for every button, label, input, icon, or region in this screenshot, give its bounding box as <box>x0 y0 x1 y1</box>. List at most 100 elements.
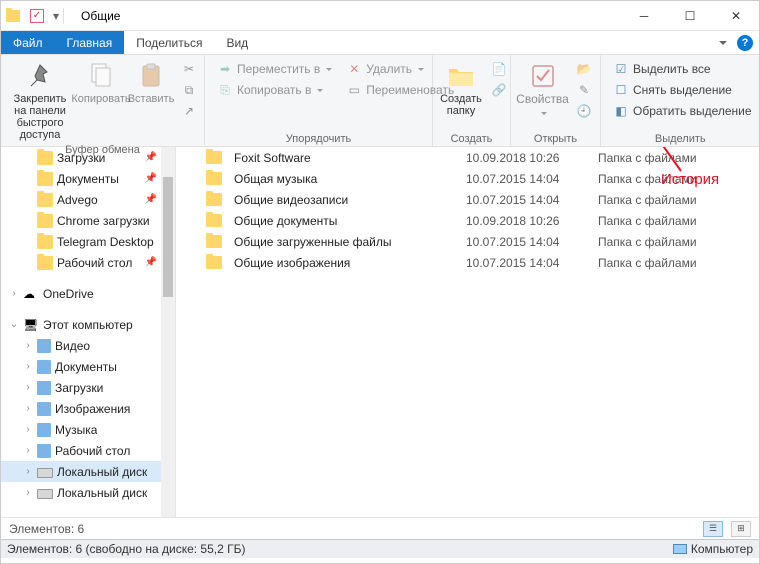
help-icon[interactable]: ? <box>737 35 753 51</box>
paste-button[interactable]: Вставить <box>127 57 175 107</box>
edit-icon: ✎ <box>576 82 592 98</box>
ribbon-tabs: Файл Главная Поделиться Вид ? <box>1 31 759 55</box>
lib-icon <box>37 402 51 416</box>
file-type: Папка с файлами <box>598 172 697 186</box>
delete-button[interactable]: ✕Удалить <box>342 59 458 79</box>
tree-node[interactable]: Advego📌 <box>1 189 161 210</box>
file-name: Общая музыка <box>234 172 454 186</box>
file-type: Папка с файлами <box>598 235 697 249</box>
copy-button[interactable]: Копировать <box>77 57 125 107</box>
select-all-button[interactable]: ☑Выделить все <box>609 59 756 79</box>
group-open-label: Открыть <box>515 132 596 146</box>
file-date: 10.07.2015 14:04 <box>466 193 586 207</box>
folder-icon <box>37 151 53 165</box>
file-row[interactable]: Общие загруженные файлы10.07.2015 14:04П… <box>176 231 759 252</box>
tree-node[interactable]: Рабочий стол📌 <box>1 252 161 273</box>
new-item-button[interactable]: 📄 <box>487 59 511 79</box>
qat-checkbox-icon[interactable]: ✓ <box>25 9 49 23</box>
file-date: 10.07.2015 14:04 <box>466 172 586 186</box>
file-row[interactable]: Общие видеозаписи10.07.2015 14:04Папка с… <box>176 189 759 210</box>
tree-node[interactable]: ›Видео <box>1 335 161 356</box>
edit-button[interactable]: ✎ <box>572 80 596 100</box>
easy-access-button[interactable]: 🔗 <box>487 80 511 100</box>
tree-scrollbar[interactable] <box>161 147 175 517</box>
paste-shortcut-button[interactable]: ↗ <box>177 101 201 121</box>
footer-bar: Элементов: 6 (свободно на диске: 55,2 ГБ… <box>1 539 759 558</box>
file-name: Общие изображения <box>234 256 454 270</box>
invert-selection-button[interactable]: ◧Обратить выделение <box>609 101 756 121</box>
navigation-tree[interactable]: Загрузки📌Документы📌Advego📌Chrome загрузк… <box>1 147 176 517</box>
copyto-icon: ⎘ <box>217 82 233 98</box>
invert-icon: ◧ <box>613 103 629 119</box>
properties-icon <box>527 59 559 91</box>
tree-node[interactable]: ›Локальный диск <box>1 461 161 482</box>
tree-node[interactable]: ⌄🖥Этот компьютер <box>1 314 161 335</box>
rename-button[interactable]: ▭Переименовать <box>342 80 458 100</box>
history-button[interactable]: 🕘 <box>572 101 596 121</box>
file-type: Папка с файлами <box>598 151 697 165</box>
file-name: Общие документы <box>234 214 454 228</box>
easy-access-icon: 🔗 <box>491 82 507 98</box>
separator <box>63 8 73 24</box>
properties-button[interactable]: Свойства <box>515 57 570 120</box>
folder-icon <box>206 151 222 164</box>
lib-icon <box>37 381 51 395</box>
tab-share[interactable]: Поделиться <box>124 31 214 54</box>
folder-icon <box>206 172 222 185</box>
tree-node[interactable]: ›Изображения <box>1 398 161 419</box>
scissors-icon: ✂ <box>181 61 197 77</box>
paste-icon <box>135 59 167 91</box>
file-row[interactable]: Foxit Software10.09.2018 10:26Папка с фа… <box>176 147 759 168</box>
tree-node[interactable]: ›Музыка <box>1 419 161 440</box>
view-icons-button[interactable]: ⊞ <box>731 521 751 537</box>
select-all-icon: ☑ <box>613 61 629 77</box>
tree-node[interactable]: ›Локальный диск <box>1 482 161 503</box>
move-icon: ➡ <box>217 61 233 77</box>
file-row[interactable]: Общая музыка 10.07.2015 14:04 Папка с файл… <box>176 168 759 189</box>
copy-icon <box>85 59 117 91</box>
open-button[interactable]: 📂 <box>572 59 596 79</box>
folder-icon <box>206 256 222 269</box>
tab-home[interactable]: Главная <box>55 31 125 54</box>
select-none-button[interactable]: ☐Снять выделение <box>609 80 756 100</box>
cut-button[interactable]: ✂ <box>177 59 201 79</box>
lib-icon <box>37 444 51 458</box>
tree-node[interactable]: ›Рабочий стол <box>1 440 161 461</box>
tree-node[interactable]: Загрузки📌 <box>1 147 161 168</box>
folder-icon <box>37 256 53 270</box>
minimize-button[interactable]: ─ <box>621 1 667 31</box>
file-date: 10.09.2018 10:26 <box>466 214 586 228</box>
drive-icon <box>37 468 53 478</box>
file-list[interactable]: История Foxit Software10.09.2018 10:26Па… <box>176 147 759 517</box>
pin-icon: 📌 <box>145 152 159 163</box>
lib-icon <box>37 423 51 437</box>
maximize-button[interactable]: ☐ <box>667 1 713 31</box>
tree-node[interactable]: Документы📌 <box>1 168 161 189</box>
copy-path-button[interactable]: ⧉ <box>177 80 201 100</box>
file-row[interactable]: Общие документы10.09.2018 10:26Папка с ф… <box>176 210 759 231</box>
tab-view[interactable]: Вид <box>214 31 260 54</box>
pin-to-quick-access-button[interactable]: Закрепить на панели быстрого доступа <box>5 57 75 143</box>
tree-node[interactable]: Telegram Desktop <box>1 231 161 252</box>
close-button[interactable]: ✕ <box>713 1 759 31</box>
onedrive-icon: ☁ <box>23 287 39 301</box>
tree-node[interactable]: ›Загрузки <box>1 377 161 398</box>
tree-node[interactable]: Chrome загрузки <box>1 210 161 231</box>
move-to-button[interactable]: ➡Переместить в <box>213 59 336 79</box>
footer-status: Элементов: 6 (свободно на диске: 55,2 ГБ… <box>7 542 246 556</box>
file-row[interactable]: Общие изображения10.07.2015 14:04Папка с… <box>176 252 759 273</box>
item-count: Элементов: 6 <box>9 522 84 536</box>
ribbon-collapse-icon[interactable] <box>719 41 727 45</box>
tree-node[interactable]: ›Документы <box>1 356 161 377</box>
titlebar: ✓ ▾ Общие ─ ☐ ✕ <box>1 1 759 31</box>
tree-node[interactable]: ›☁OneDrive <box>1 283 161 304</box>
file-date: 10.09.2018 10:26 <box>466 151 586 165</box>
qat-overflow-icon[interactable]: ▾ <box>49 9 63 23</box>
folder-icon <box>206 235 222 248</box>
status-bar: Элементов: 6 ☰ ⊞ <box>1 517 759 539</box>
copy-to-button[interactable]: ⎘Копировать в <box>213 80 336 100</box>
pin-icon: 📌 <box>145 194 159 205</box>
view-details-button[interactable]: ☰ <box>703 521 723 537</box>
tab-file[interactable]: Файл <box>1 31 55 54</box>
computer-icon <box>673 544 687 554</box>
